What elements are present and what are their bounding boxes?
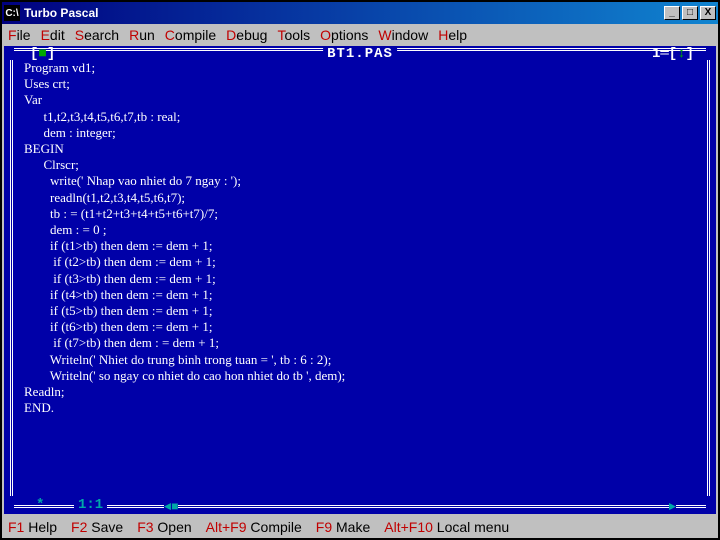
status-localmenu[interactable]: Alt+F10 Local menu bbox=[384, 519, 509, 535]
menu-debug[interactable]: Debug bbox=[226, 27, 267, 43]
app-window: C:\ Turbo Pascal _ □ X File Edit Search … bbox=[0, 0, 720, 540]
menubar: File Edit Search Run Compile Debug Tools… bbox=[2, 24, 718, 46]
editor-frame-left bbox=[10, 60, 18, 496]
scroll-left-icon[interactable]: ◄■ bbox=[164, 500, 178, 514]
code-content[interactable]: Program vd1; Uses crt; Var t1,t2,t3,t4,t… bbox=[24, 60, 698, 496]
scroll-right-icon[interactable]: ► bbox=[669, 500, 676, 514]
minimize-button[interactable]: _ bbox=[664, 6, 680, 20]
menu-edit[interactable]: Edit bbox=[41, 27, 65, 43]
menu-window[interactable]: Window bbox=[378, 27, 428, 43]
titlebar[interactable]: C:\ Turbo Pascal _ □ X bbox=[2, 2, 718, 24]
menu-search[interactable]: Search bbox=[75, 27, 119, 43]
statusbar: F1 Help F2 Save F3 Open Alt+F9 Compile F… bbox=[2, 516, 718, 538]
status-help[interactable]: F1 Help bbox=[8, 519, 57, 535]
editor-frame-bottom: * 1:1 ◄■ ► bbox=[4, 496, 716, 514]
menu-run[interactable]: Run bbox=[129, 27, 155, 43]
maximize-button[interactable]: □ bbox=[682, 6, 698, 20]
status-save[interactable]: F2 Save bbox=[71, 519, 123, 535]
menu-file[interactable]: File bbox=[8, 27, 31, 43]
menu-help[interactable]: Help bbox=[438, 27, 467, 43]
menu-options[interactable]: Options bbox=[320, 27, 368, 43]
horizontal-scrollbar[interactable]: ◄■ ► bbox=[164, 500, 676, 512]
modified-indicator: * bbox=[36, 497, 44, 513]
menu-tools[interactable]: Tools bbox=[277, 27, 310, 43]
editor-frame-right bbox=[702, 60, 710, 496]
status-make[interactable]: F9 Make bbox=[316, 519, 370, 535]
app-icon: C:\ bbox=[4, 5, 20, 21]
cursor-position: 1:1 bbox=[74, 497, 107, 513]
window-title: Turbo Pascal bbox=[24, 6, 662, 20]
status-compile[interactable]: Alt+F9 Compile bbox=[206, 519, 302, 535]
menu-compile[interactable]: Compile bbox=[165, 27, 216, 43]
status-open[interactable]: F3 Open bbox=[137, 519, 191, 535]
close-button[interactable]: X bbox=[700, 6, 716, 20]
editor-area[interactable]: [■] BT1.PAS 1═[↕] Program vd1; Uses crt;… bbox=[2, 46, 718, 516]
